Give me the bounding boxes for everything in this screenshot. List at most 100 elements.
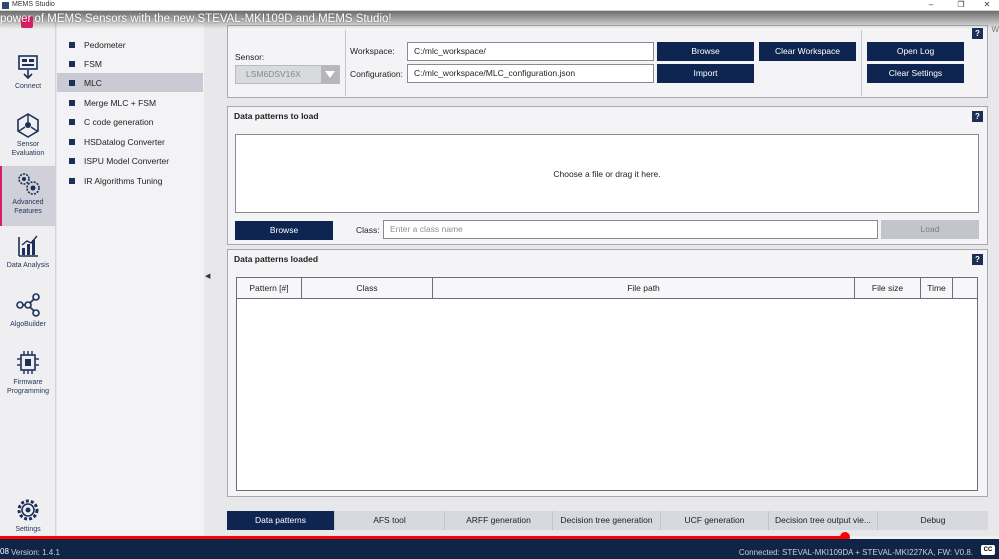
configuration-panel: Sensor: LSM6DSV16X Workspace: C:/mlc_wor… — [227, 25, 988, 98]
navigation-rail: Connect Sensor Evaluation Advanced Featu… — [0, 11, 56, 546]
config-help-button[interactable]: ? — [972, 28, 983, 39]
workflow-tabs: Data patterns AFS tool ARFF generation D… — [227, 511, 988, 530]
sensor-select[interactable]: LSM6DSV16X — [235, 65, 340, 84]
patterns-loaded-title: Data patterns loaded — [234, 254, 319, 264]
submenu-item-label: HSDatalog Converter — [84, 137, 165, 147]
video-title-overlay: power of MEMS Sensors with the new STEVA… — [0, 11, 999, 29]
patterns-to-load-panel: Data patterns to load ? Choose a file or… — [227, 106, 988, 245]
rail-label: Connect — [14, 83, 42, 90]
close-button[interactable]: ✕ — [976, 0, 998, 10]
tab-ucf-generation[interactable]: UCF generation — [661, 511, 769, 530]
divider — [345, 30, 346, 96]
tab-decision-tree-output-viewer[interactable]: Decision tree output vie... — [769, 511, 878, 530]
column-header-file-size[interactable]: File size — [855, 278, 921, 299]
bullet-icon — [69, 42, 75, 48]
rail-item-settings[interactable]: Settings — [0, 493, 56, 541]
closed-captions-button[interactable]: CC — [981, 545, 995, 555]
sensor-evaluation-icon — [17, 113, 39, 138]
submenu-item-mlc[interactable]: MLC — [57, 73, 203, 92]
rail-label: Firmware Programming — [6, 379, 49, 395]
column-header-time[interactable]: Time — [921, 278, 953, 299]
settings-icon — [17, 499, 39, 521]
rail-item-firmware-programming[interactable]: Firmware Programming — [0, 346, 56, 402]
workspace-browse-button[interactable]: Browse — [657, 42, 754, 61]
submenu-item-label: IR Algorithms Tuning — [84, 176, 163, 186]
rail-item-connect[interactable]: Connect — [0, 50, 56, 106]
submenu-item-ispu-model-converter[interactable]: ISPU Model Converter — [57, 151, 203, 170]
algobuilder-icon — [16, 293, 40, 317]
minimize-button[interactable]: – — [920, 0, 942, 10]
video-corner-text: W — [991, 25, 999, 34]
column-header-class[interactable]: Class — [302, 278, 433, 299]
tab-arff-generation[interactable]: ARFF generation — [445, 511, 553, 530]
video-time: 08 — [0, 547, 9, 556]
connection-status: Connected: STEVAL-MKI109DA + STEVAL-MKI2… — [738, 548, 973, 557]
rail-label: Sensor Evaluation — [11, 141, 45, 157]
rail-label: Advanced Features — [12, 199, 44, 215]
patterns-to-load-help-button[interactable]: ? — [972, 111, 983, 122]
load-button[interactable]: Load — [881, 220, 979, 239]
submenu-item-c-code-generation[interactable]: C code generation — [57, 112, 203, 131]
workspace-label: Workspace: — [350, 46, 395, 56]
class-label: Class: — [356, 225, 380, 235]
class-name-input[interactable]: Enter a class name — [383, 220, 878, 239]
maximize-button[interactable]: ❐ — [950, 0, 972, 10]
chevron-down-icon — [321, 66, 339, 83]
rail-item-advanced-features[interactable]: Advanced Features — [0, 166, 56, 226]
patterns-table: Pattern [#] Class File path File size Ti… — [236, 277, 978, 491]
dropzone-text: Choose a file or drag it here. — [553, 169, 661, 179]
column-header-extra — [953, 278, 977, 299]
firmware-programming-icon — [17, 351, 39, 374]
patterns-loaded-help-button[interactable]: ? — [972, 254, 983, 265]
rail-item-algobuilder[interactable]: AlgoBuilder — [0, 288, 56, 344]
submenu-item-fsm[interactable]: FSM — [57, 54, 203, 73]
window-titlebar: MEMS Studio – ❐ ✕ — [0, 0, 999, 11]
clear-workspace-button[interactable]: Clear Workspace — [759, 42, 856, 61]
rail-item-sensor-evaluation[interactable]: Sensor Evaluation — [0, 108, 56, 164]
submenu-item-label: FSM — [84, 59, 102, 69]
rail-label: Settings — [15, 526, 41, 533]
patterns-browse-button[interactable]: Browse — [235, 221, 333, 240]
collapse-sidebar-icon[interactable]: ◀ — [205, 272, 210, 280]
submenu-item-hsdatalog-converter[interactable]: HSDatalog Converter — [57, 132, 203, 151]
tab-afs-tool[interactable]: AFS tool — [335, 511, 445, 530]
status-bar: 08 Version: 1.4.1 Connected: STEVAL-MKI1… — [0, 539, 999, 559]
table-header: Pattern [#] Class File path File size Ti… — [237, 278, 977, 299]
bullet-icon — [69, 139, 75, 145]
sensor-select-value: LSM6DSV16X — [246, 69, 301, 79]
version-text: Version: 1.4.1 — [11, 548, 60, 557]
data-analysis-icon — [18, 235, 38, 257]
submenu-item-label: Merge MLC + FSM — [84, 98, 157, 108]
column-header-file-path[interactable]: File path — [433, 278, 855, 299]
file-dropzone[interactable]: Choose a file or drag it here. — [235, 134, 979, 213]
submenu-item-pedometer[interactable]: Pedometer — [57, 35, 203, 54]
window-title: MEMS Studio — [12, 1, 55, 8]
sensor-label: Sensor: — [235, 52, 265, 62]
advanced-features-icon — [18, 173, 40, 195]
bullet-icon — [69, 80, 75, 86]
patterns-loaded-panel: Data patterns loaded ? Pattern [#] Class… — [227, 249, 988, 497]
rail-item-data-analysis[interactable]: Data Analysis — [0, 229, 56, 285]
submenu-item-label: C code generation — [84, 117, 154, 127]
open-log-button[interactable]: Open Log — [867, 42, 964, 61]
rail-label: Data Analysis — [6, 262, 50, 269]
tab-data-patterns[interactable]: Data patterns — [227, 511, 335, 530]
submenu-item-ir-algorithms-tuning[interactable]: IR Algorithms Tuning — [57, 171, 203, 190]
workspace-field[interactable]: C:/mlc_workspace/ — [407, 42, 654, 61]
divider — [861, 30, 862, 96]
submenu-item-label: ISPU Model Converter — [84, 156, 170, 166]
import-button[interactable]: Import — [657, 64, 754, 83]
clear-settings-button[interactable]: Clear Settings — [867, 64, 964, 83]
submenu-item-merge-mlc-fsm[interactable]: Merge MLC + FSM — [57, 93, 203, 112]
column-header-pattern[interactable]: Pattern [#] — [237, 278, 302, 299]
bullet-icon — [69, 158, 75, 164]
tab-decision-tree-generation[interactable]: Decision tree generation — [553, 511, 661, 530]
patterns-to-load-title: Data patterns to load — [234, 111, 319, 121]
configuration-field[interactable]: C:/mlc_workspace/MLC_configuration.json — [407, 64, 654, 83]
app-logo-icon — [2, 2, 9, 9]
tab-debug[interactable]: Debug — [878, 511, 988, 530]
submenu-item-label: MLC — [84, 78, 102, 88]
video-title[interactable]: power of MEMS Sensors with the new STEVA… — [0, 13, 392, 25]
submenu-item-label: Pedometer — [84, 40, 126, 50]
connect-icon — [18, 55, 38, 80]
